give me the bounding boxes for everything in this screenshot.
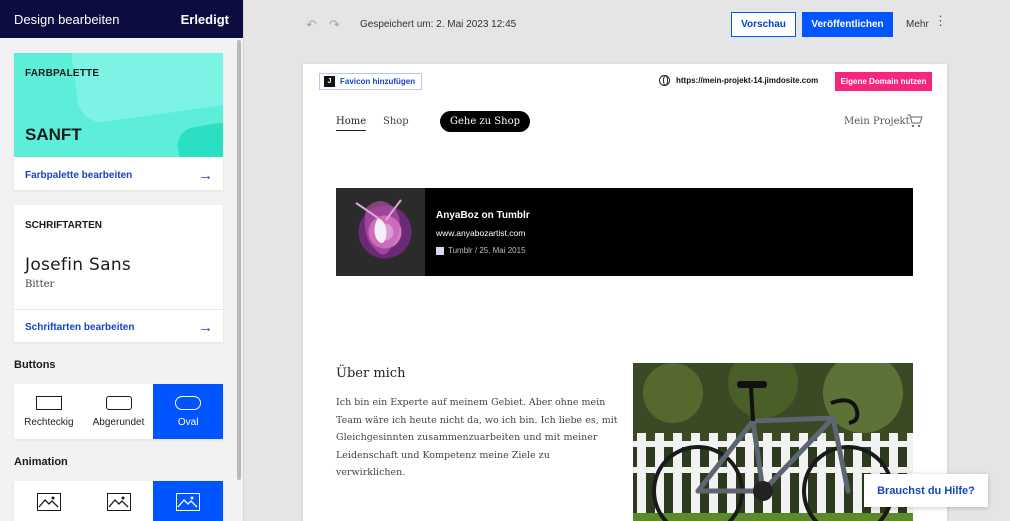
edit-palette-link[interactable]: Farbpalette bearbeiten → xyxy=(25,166,213,184)
design-sidebar: Design bearbeiten Erledigt FARBPALETTE S… xyxy=(0,0,244,521)
website-preview: J Favicon hinzufügen https://mein-projek… xyxy=(303,64,947,521)
rectangle-shape-icon xyxy=(35,396,62,410)
image-icon xyxy=(106,493,131,511)
animation-options xyxy=(14,481,224,521)
about-heading: Über mich xyxy=(336,366,406,381)
help-button[interactable]: Brauchst du Hilfe? xyxy=(864,474,988,507)
arrow-right-icon: → xyxy=(198,318,213,336)
custom-domain-button[interactable]: Eigene Domain nutzen xyxy=(835,72,932,91)
primary-font-name: Josefin Sans xyxy=(25,255,132,275)
animation-option-3[interactable] xyxy=(153,481,224,521)
option-label: Oval xyxy=(177,417,199,428)
add-favicon-label: Favicon hinzufügen xyxy=(340,77,416,86)
button-style-options: Rechteckig Abgerundet Oval xyxy=(14,384,224,439)
nav-my-project[interactable]: Mein Projekt xyxy=(844,116,910,127)
more-vertical-icon[interactable]: ⋮ xyxy=(934,14,947,28)
arrow-right-icon: → xyxy=(198,166,213,184)
globe-icon xyxy=(659,75,670,86)
edit-palette-label: Farbpalette bearbeiten xyxy=(25,170,133,181)
shopping-cart-icon[interactable] xyxy=(907,114,923,128)
embed-meta: Tumblr / 25. Mai 2015 xyxy=(436,246,526,255)
tumblr-icon xyxy=(436,246,444,255)
embed-title: AnyaBoz on Tumblr xyxy=(436,210,530,221)
about-text: Ich bin ein Experte auf meinem Gebiet. A… xyxy=(336,397,618,478)
palette-section-label: FARBPALETTE xyxy=(25,68,100,79)
sidebar-header: Design bearbeiten Erledigt xyxy=(0,0,243,38)
button-style-oval[interactable]: Oval xyxy=(153,384,224,439)
more-menu-button[interactable]: Mehr xyxy=(906,19,929,30)
color-palette-card[interactable]: FARBPALETTE SANFT Farbpalette bearbeiten… xyxy=(14,53,223,190)
rounded-shape-icon xyxy=(105,396,132,410)
embed-url: www.anyabozartist.com xyxy=(436,228,526,238)
palette-preview: FARBPALETTE SANFT xyxy=(14,53,223,157)
fonts-section-label: SCHRIFTARTEN xyxy=(25,220,103,231)
animation-section-title: Animation xyxy=(14,456,68,468)
embed-thumbnail xyxy=(336,188,425,276)
secondary-font-name: Bitter xyxy=(25,279,55,290)
redo-icon[interactable]: ↷ xyxy=(329,17,340,33)
favicon-icon: J xyxy=(324,76,335,87)
divider xyxy=(14,309,223,310)
go-to-shop-button[interactable]: Gehe zu Shop xyxy=(440,111,530,132)
animation-option-2[interactable] xyxy=(84,481,154,521)
edit-fonts-label: Schriftarten bearbeiten xyxy=(25,322,135,333)
site-admin-bar: J Favicon hinzufügen https://mein-projek… xyxy=(303,64,947,100)
fonts-card[interactable]: SCHRIFTARTEN Josefin Sans Bitter Schrift… xyxy=(14,205,223,342)
buttons-section-title: Buttons xyxy=(14,359,56,371)
site-url[interactable]: https://mein-projekt-14.jimdosite.com xyxy=(676,76,818,85)
sidebar-title: Design bearbeiten xyxy=(14,11,120,27)
done-button[interactable]: Erledigt xyxy=(181,12,229,27)
embed-meta-text: Tumblr / 25. Mai 2015 xyxy=(448,246,526,255)
nav-shop[interactable]: Shop xyxy=(383,116,409,127)
preview-button[interactable]: Vorschau xyxy=(731,12,796,37)
image-icon xyxy=(176,493,201,511)
undo-icon[interactable]: ↶ xyxy=(306,17,317,33)
palette-name: SANFT xyxy=(25,125,82,144)
button-style-rounded[interactable]: Abgerundet xyxy=(84,384,154,439)
option-label: Rechteckig xyxy=(24,417,74,428)
image-icon xyxy=(36,493,61,511)
saved-status: Gespeichert um: 2. Mai 2023 12:45 xyxy=(360,19,517,30)
sidebar-scrollbar[interactable] xyxy=(237,40,241,480)
tumblr-embed-card[interactable]: AnyaBoz on Tumblr www.anyabozartist.com … xyxy=(336,188,913,276)
add-favicon-button[interactable]: J Favicon hinzufügen xyxy=(319,73,423,90)
publish-button[interactable]: Veröffentlichen xyxy=(802,12,893,37)
oval-shape-icon xyxy=(175,396,202,410)
edit-fonts-link[interactable]: Schriftarten bearbeiten → xyxy=(25,318,213,336)
animation-option-1[interactable] xyxy=(14,481,84,521)
option-label: Abgerundet xyxy=(92,417,145,428)
nav-home[interactable]: Home xyxy=(336,116,367,131)
button-style-rectangular[interactable]: Rechteckig xyxy=(14,384,84,439)
